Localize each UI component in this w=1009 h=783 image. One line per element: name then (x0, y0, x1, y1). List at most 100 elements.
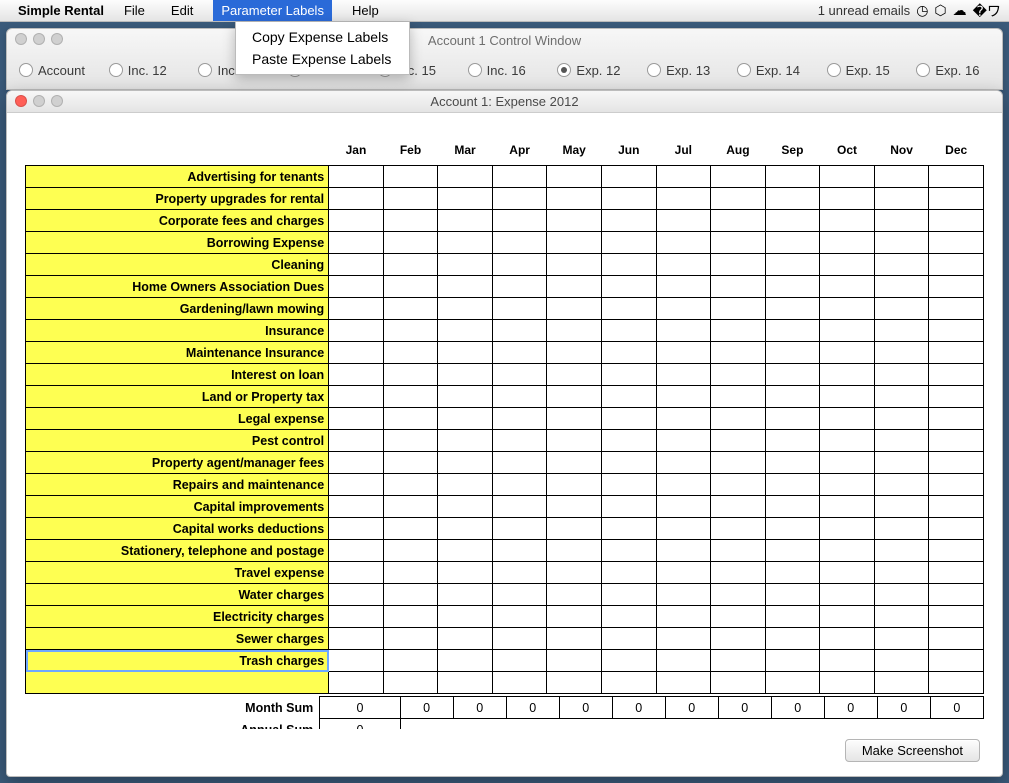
row-label[interactable]: Cleaning (26, 254, 329, 276)
cell[interactable] (820, 276, 875, 298)
minimize-icon[interactable] (33, 95, 45, 107)
cell[interactable] (656, 672, 711, 694)
cell[interactable] (492, 452, 547, 474)
cell[interactable] (711, 276, 766, 298)
cell[interactable] (329, 364, 384, 386)
cell[interactable] (438, 276, 493, 298)
cell[interactable] (874, 232, 929, 254)
cell[interactable] (820, 408, 875, 430)
cell[interactable] (492, 628, 547, 650)
cell[interactable] (929, 474, 984, 496)
row-label[interactable]: Electricity charges (26, 606, 329, 628)
cell[interactable] (601, 518, 656, 540)
cell[interactable] (765, 408, 820, 430)
cell[interactable] (329, 320, 384, 342)
dropdown-item-copy-expense-labels[interactable]: Copy Expense Labels (236, 26, 409, 48)
cell[interactable] (711, 672, 766, 694)
cell[interactable] (874, 364, 929, 386)
cell[interactable] (929, 430, 984, 452)
cell[interactable] (711, 320, 766, 342)
cell[interactable] (383, 342, 438, 364)
cell[interactable] (711, 628, 766, 650)
cell[interactable] (711, 562, 766, 584)
cell[interactable] (820, 452, 875, 474)
cell[interactable] (601, 452, 656, 474)
cell[interactable] (601, 540, 656, 562)
month-sum-cell[interactable]: 0 (506, 697, 559, 719)
cell[interactable] (711, 254, 766, 276)
cell[interactable] (438, 628, 493, 650)
cell[interactable] (711, 232, 766, 254)
cell[interactable] (765, 650, 820, 672)
cell[interactable] (765, 210, 820, 232)
cell[interactable] (492, 584, 547, 606)
cell[interactable] (929, 210, 984, 232)
close-icon[interactable] (15, 33, 27, 45)
cell[interactable] (820, 584, 875, 606)
cell[interactable] (438, 298, 493, 320)
cell[interactable] (329, 606, 384, 628)
radio-exp-12[interactable]: Exp. 12 (549, 63, 639, 78)
cell[interactable] (765, 672, 820, 694)
cell[interactable] (929, 342, 984, 364)
month-sum-cell[interactable]: 0 (824, 697, 877, 719)
cell[interactable] (656, 254, 711, 276)
cell[interactable] (765, 188, 820, 210)
cell[interactable] (711, 364, 766, 386)
cell[interactable] (383, 232, 438, 254)
row-label[interactable]: Trash charges (26, 650, 329, 672)
row-label[interactable]: Home Owners Association Dues (26, 276, 329, 298)
make-screenshot-button[interactable]: Make Screenshot (845, 739, 980, 762)
cell[interactable] (383, 606, 438, 628)
cell[interactable] (438, 364, 493, 386)
cell[interactable] (765, 452, 820, 474)
app-name[interactable]: Simple Rental (18, 3, 104, 18)
row-label[interactable]: Interest on loan (26, 364, 329, 386)
cell[interactable] (929, 452, 984, 474)
cell[interactable] (711, 518, 766, 540)
cell[interactable] (601, 210, 656, 232)
cell[interactable] (765, 364, 820, 386)
cell[interactable] (547, 298, 602, 320)
cell[interactable] (438, 320, 493, 342)
cell[interactable] (438, 584, 493, 606)
radio-exp-13[interactable]: Exp. 13 (639, 63, 729, 78)
cell[interactable] (820, 386, 875, 408)
cell[interactable] (601, 562, 656, 584)
cell[interactable] (656, 518, 711, 540)
cell[interactable] (820, 188, 875, 210)
cell[interactable] (438, 452, 493, 474)
cell[interactable] (820, 166, 875, 188)
cell[interactable] (820, 606, 875, 628)
cell[interactable] (329, 254, 384, 276)
cell[interactable] (601, 584, 656, 606)
close-icon[interactable] (15, 95, 27, 107)
cell[interactable] (438, 496, 493, 518)
cell[interactable] (656, 210, 711, 232)
cell[interactable] (820, 430, 875, 452)
cell[interactable] (383, 408, 438, 430)
cell[interactable] (329, 298, 384, 320)
cell[interactable] (438, 232, 493, 254)
cell[interactable] (547, 364, 602, 386)
cell[interactable] (438, 188, 493, 210)
cell[interactable] (492, 672, 547, 694)
cell[interactable] (547, 386, 602, 408)
cell[interactable] (929, 320, 984, 342)
cell[interactable] (438, 650, 493, 672)
zoom-icon[interactable] (51, 33, 63, 45)
cell[interactable] (329, 672, 384, 694)
cell[interactable] (438, 562, 493, 584)
cell[interactable] (383, 650, 438, 672)
cell[interactable] (601, 606, 656, 628)
cell[interactable] (329, 210, 384, 232)
cell[interactable] (383, 166, 438, 188)
cell[interactable] (329, 166, 384, 188)
cell[interactable] (929, 562, 984, 584)
cell[interactable] (656, 496, 711, 518)
cell[interactable] (820, 474, 875, 496)
cell[interactable] (929, 254, 984, 276)
cell[interactable] (601, 386, 656, 408)
cell[interactable] (547, 342, 602, 364)
cell[interactable] (874, 298, 929, 320)
